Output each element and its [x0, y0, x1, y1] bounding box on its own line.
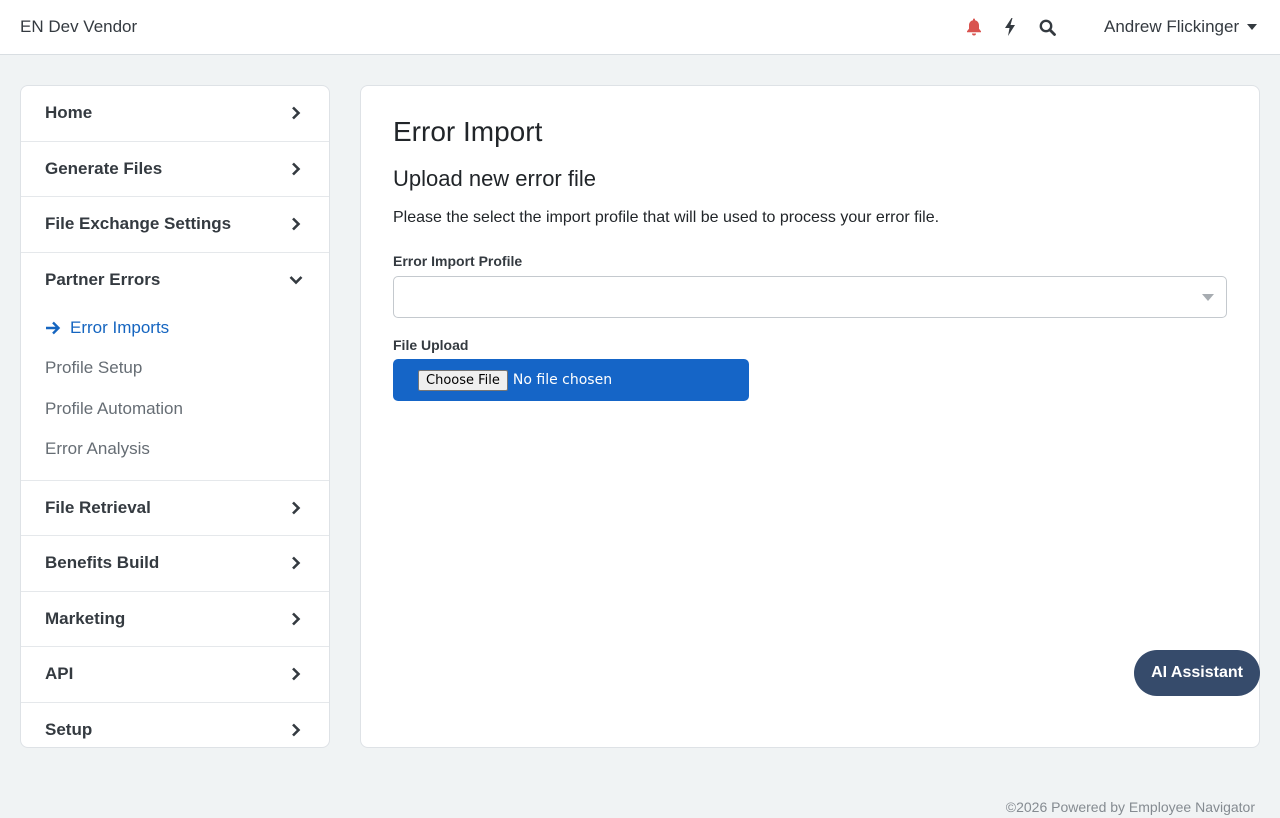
sidebar-subitem-label: Profile Setup — [45, 358, 143, 378]
sidebar-item-label: API — [45, 664, 74, 684]
sidebar-item-label: Marketing — [45, 608, 126, 628]
sidebar-subitem-label: Error Analysis — [45, 439, 150, 459]
sidebar-item-label: Generate Files — [45, 158, 163, 178]
sidebar-item-file-exchange-settings[interactable]: File Exchange Settings — [21, 197, 329, 253]
top-navbar: EN Dev Vendor Andrew Flickinger — [0, 0, 1280, 55]
page-title: Error Import — [393, 116, 543, 147]
file-status-text: No file chosen — [512, 372, 613, 388]
sidebar-subitem-error-analysis[interactable]: Error Analysis — [21, 429, 329, 470]
sidebar: Home Generate Files File Exchange Settin… — [20, 85, 330, 748]
file-upload-input[interactable]: Choose File No file chosen — [393, 359, 749, 401]
sidebar-subitem-profile-setup[interactable]: Profile Setup — [21, 348, 329, 389]
sidebar-item-marketing[interactable]: Marketing — [21, 592, 329, 647]
choose-file-button[interactable]: Choose File — [418, 369, 508, 391]
chevron-right-icon — [289, 217, 303, 231]
chevron-right-icon — [289, 556, 303, 570]
footer-text: ©2026 Powered by Employee Navigator — [1005, 799, 1255, 815]
chevron-right-icon — [289, 106, 303, 120]
chevron-right-icon — [289, 612, 303, 626]
chevron-right-icon — [289, 667, 303, 681]
bell-icon[interactable] — [963, 16, 985, 38]
section-title: Upload new error file — [393, 166, 596, 191]
brand-name[interactable]: EN Dev Vendor — [20, 17, 137, 37]
chevron-down-icon — [289, 273, 303, 287]
user-name: Andrew Flickinger — [1104, 17, 1240, 36]
sidebar-item-label: Partner Errors — [45, 270, 161, 289]
sidebar-item-label: Benefits Build — [45, 553, 160, 573]
chevron-right-icon — [289, 501, 303, 515]
sidebar-subitem-label: Error Imports — [70, 317, 170, 337]
caret-down-icon — [1247, 24, 1258, 30]
user-menu[interactable]: Andrew Flickinger — [1104, 17, 1258, 37]
sidebar-subitem-label: Profile Automation — [45, 398, 183, 418]
sidebar-item-generate-files[interactable]: Generate Files — [21, 142, 329, 197]
sidebar-item-label: Home — [45, 103, 93, 123]
sidebar-item-label: File Retrieval — [45, 497, 151, 517]
sidebar-item-home[interactable]: Home — [21, 86, 329, 142]
ai-assistant-button[interactable]: AI Assistant — [1134, 650, 1260, 696]
sidebar-item-api[interactable]: API — [21, 647, 329, 703]
sidebar-item-setup[interactable]: Setup — [21, 703, 329, 748]
caret-down-icon — [1202, 294, 1214, 301]
instructions-text: Please the select the import profile tha… — [393, 209, 940, 226]
sidebar-item-benefits-build[interactable]: Benefits Build — [21, 536, 329, 592]
sidebar-subitem-error-imports[interactable]: Error Imports — [21, 308, 329, 349]
error-import-profile-label: Error Import Profile — [393, 253, 523, 269]
chevron-right-icon — [289, 723, 303, 737]
chevron-right-icon — [289, 162, 303, 176]
arrow-right-icon — [45, 321, 61, 335]
error-import-profile-select[interactable] — [393, 276, 1227, 318]
bolt-icon[interactable] — [999, 16, 1021, 38]
search-icon[interactable] — [1036, 16, 1058, 38]
main-content-card: Error Import Upload new error file Pleas… — [360, 85, 1260, 748]
sidebar-group-partner-errors: Partner Errors Error Imports Profile Set… — [21, 253, 329, 481]
file-upload-label: File Upload — [393, 337, 469, 353]
sidebar-item-file-retrieval[interactable]: File Retrieval — [21, 481, 329, 536]
sidebar-item-label: Setup — [45, 720, 93, 740]
sidebar-item-partner-errors[interactable]: Partner Errors — [21, 253, 329, 308]
sidebar-subitem-profile-automation[interactable]: Profile Automation — [21, 389, 329, 430]
sidebar-item-label: File Exchange Settings — [45, 214, 232, 234]
